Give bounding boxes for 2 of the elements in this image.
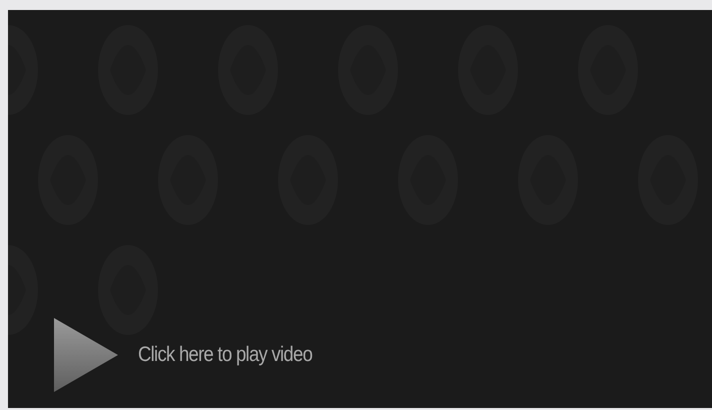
play-icon xyxy=(54,318,118,392)
play-video-button[interactable]: Click here to play video xyxy=(54,318,336,392)
